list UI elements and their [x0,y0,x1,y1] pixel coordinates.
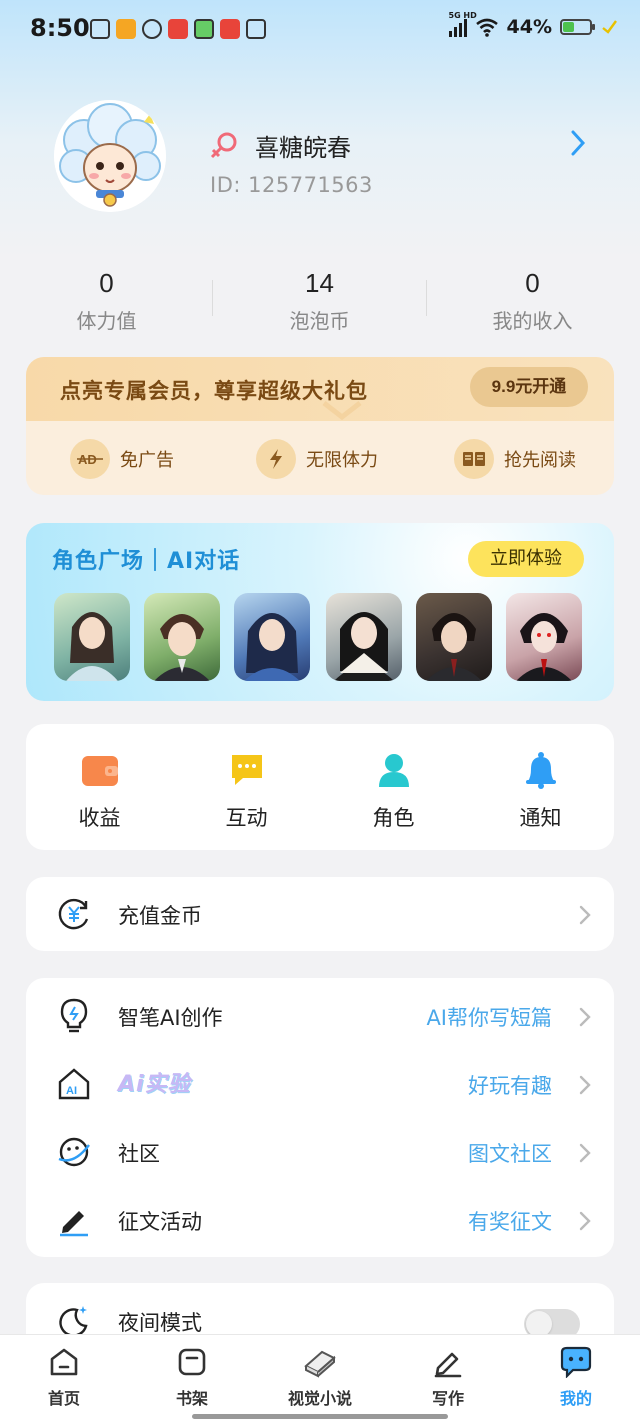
stat-bubble-coins[interactable]: 14 泡泡币 [213,268,426,334]
feature-row-contest[interactable]: 征文活动 有奖征文 [26,1186,614,1254]
vip-benefit-unlimited-stamina: 无限体力 [256,439,378,479]
vip-decoration-chevron [322,401,362,421]
notification-video-icon [116,19,136,39]
chevron-right-icon [579,1075,591,1095]
features-card: 智笔AI创作 AI帮你写短篇 AI Ai实验 好玩有趣 社区 图文社区 征文活动… [26,978,614,1257]
tool-characters[interactable]: 角色 [320,750,467,832]
role-avatar[interactable] [144,593,220,681]
stat-value: 0 [99,268,114,298]
feature-row-community[interactable]: 社区 图文社区 [26,1118,614,1186]
female-gender-icon [210,132,237,159]
stat-label: 我的收入 [492,309,573,333]
tool-interaction[interactable]: 互动 [173,750,320,832]
mine-icon [512,1345,640,1379]
notification-app-icon [90,19,110,39]
stat-income[interactable]: 0 我的收入 [426,268,639,334]
user-id: ID: 125771563 [210,173,373,197]
notification-game-icon [194,19,214,39]
stat-stamina[interactable]: 0 体力值 [0,268,213,334]
ai-home-icon: AI [56,1066,92,1102]
pencil-icon [56,1202,92,1238]
chat-icon [227,750,267,790]
battery-icon [560,19,595,35]
notification-wechat-icon [142,19,162,39]
feature-row-ai-lab[interactable]: AI Ai实验 好玩有趣 [26,1050,614,1118]
nav-writing[interactable]: 写作 [384,1345,512,1409]
lightbulb-icon [56,998,92,1034]
recharge-card: 充值金币 [26,877,614,951]
notification-shop-icon [168,19,188,39]
stat-value: 14 [305,268,334,298]
svg-text:AI: AI [66,1085,77,1097]
pen-icon [384,1345,512,1379]
bell-icon [521,750,561,790]
status-bar: 8:50 5G HD 44% [0,0,640,60]
person-icon [374,750,414,790]
avatar-sheep-image [54,100,166,212]
nav-visual-novel[interactable]: 视觉小说 [256,1345,384,1409]
nav-bookshelf[interactable]: 书架 [128,1345,256,1409]
wallet-icon [80,750,120,790]
ai-lab-label: Ai实验 [118,1072,191,1097]
lightning-icon [256,439,296,479]
bottom-nav: 首页 书架 视觉小说 写作 我的 [0,1334,640,1422]
feature-row-ai-writing[interactable]: 智笔AI创作 AI帮你写短篇 [26,982,614,1050]
visual-novel-icon [256,1345,384,1379]
vip-card[interactable]: 点亮专属会员，尊享超级大礼包 9.9元开通 AD 免广告 无限体力 抢先阅读 [26,357,614,495]
stat-label: 体力值 [76,309,137,333]
vip-benefit-early-reading: 抢先阅读 [454,439,576,479]
role-card-title: 角色广场｜AI对话 [52,549,241,574]
notification-pay-icon [246,19,266,39]
chevron-right-icon [579,1143,591,1163]
role-avatar[interactable] [54,593,130,681]
vip-activate-button[interactable]: 9.9元开通 [470,367,588,407]
stat-value: 0 [525,268,540,298]
recharge-row[interactable]: 充值金币 [26,880,614,948]
wifi-icon [475,18,498,37]
quick-tools-card: 收益 互动 角色 通知 [26,724,614,850]
status-indicators: 5G HD 44% [448,11,618,38]
battery-percent: 44% [506,16,552,38]
try-now-button[interactable]: 立即体验 [468,541,584,577]
user-nickname[interactable]: 喜糖皖春 [255,128,351,163]
notification-news-icon [220,19,240,39]
role-avatar[interactable] [326,593,402,681]
ad-icon: AD [70,439,110,479]
chevron-right-icon [579,1211,591,1231]
chevron-right-icon [579,905,591,925]
signal-icon: 5G HD [448,11,477,37]
nav-home[interactable]: 首页 [0,1345,128,1409]
home-icon [0,1345,128,1379]
tool-notifications[interactable]: 通知 [467,750,614,832]
stat-label: 泡泡币 [289,309,350,333]
status-time: 8:50 [30,14,90,42]
role-avatar[interactable] [506,593,582,681]
home-indicator [192,1414,448,1419]
book-icon [454,439,494,479]
ai-role-card[interactable]: 角色广场｜AI对话 立即体验 [26,523,614,701]
yuan-coin-icon [56,896,92,932]
tool-earnings[interactable]: 收益 [26,750,173,832]
charging-icon [602,20,617,34]
vip-benefit-no-ads: AD 免广告 [70,439,174,479]
nav-mine[interactable]: 我的 [512,1345,640,1409]
planet-icon [56,1134,92,1170]
avatar[interactable] [54,100,166,212]
role-avatar[interactable] [234,593,310,681]
chevron-right-icon [579,1007,591,1027]
bookshelf-icon [128,1345,256,1379]
profile-chevron-right-icon[interactable] [566,128,590,158]
role-avatar[interactable] [416,593,492,681]
